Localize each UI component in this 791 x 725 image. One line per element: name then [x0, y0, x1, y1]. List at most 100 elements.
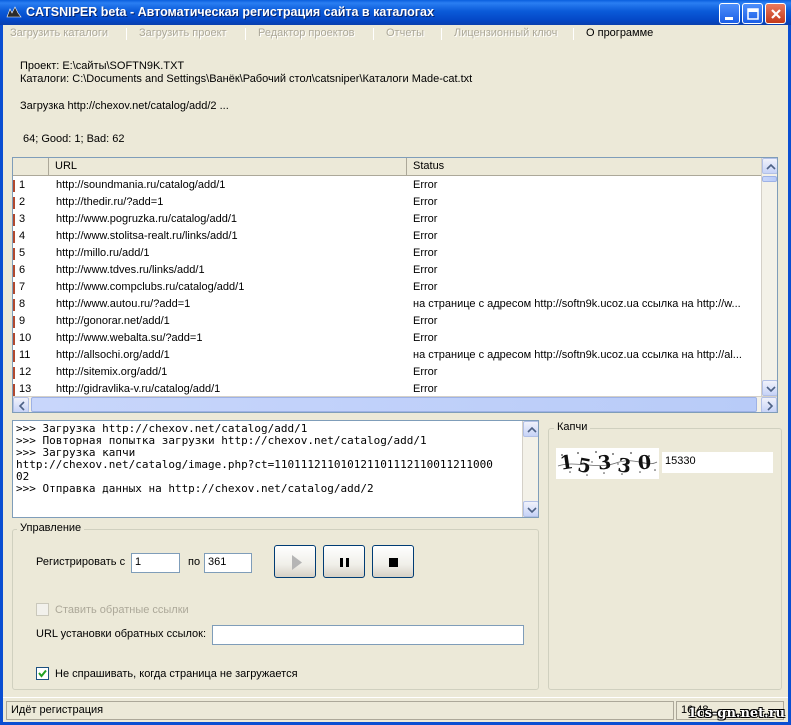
grid-horizontal-scrollbar[interactable] — [13, 396, 777, 412]
table-row[interactable]: 12 http://sitemix.org/add/1 Error — [13, 364, 763, 381]
table-row[interactable]: 1 http://soundmania.ru/catalog/add/1 Error — [13, 177, 763, 194]
row-status: Error — [413, 247, 438, 259]
backlinks-label: Ставить обратные ссылки — [55, 604, 189, 616]
loading-status: Загрузка http://chexov.net/catalog/add/2… — [20, 100, 229, 112]
table-row[interactable]: 4 http://www.stolitsa-realt.ru/links/add/… — [13, 228, 763, 245]
status-text: Идёт регистрация — [6, 701, 674, 720]
row-url: http://allsochi.org/add/1 — [56, 349, 170, 361]
row-indicator — [13, 316, 15, 328]
no-ask-label: Не спрашивать, когда страница не загружа… — [55, 668, 298, 680]
row-url: http://millo.ru/add/1 — [56, 247, 150, 259]
table-row[interactable]: 11 http://allsochi.org/add/1 на странице с… — [13, 347, 763, 364]
project-path: Проект: E:\сайты\SOFTN9K.TXT — [20, 60, 185, 72]
stop-button[interactable] — [372, 545, 414, 578]
scroll-down-button[interactable] — [523, 501, 538, 517]
scroll-thumb[interactable] — [762, 176, 777, 182]
menu-project-editor[interactable]: Редактор проектов — [258, 27, 355, 39]
table-row[interactable]: 10 http://www.webalta.su/?add=1 Error — [13, 330, 763, 347]
row-status: Error — [413, 315, 438, 327]
row-url: http://www.compclubs.ru/catalog/add/1 — [56, 281, 245, 293]
close-icon — [771, 9, 781, 19]
svg-text:3: 3 — [597, 451, 612, 474]
results-grid[interactable]: URL Status 1 http://soundmania.ru/catalog… — [12, 157, 778, 413]
table-row[interactable]: 6 http://www.tdves.ru/links/add/1 Error — [13, 262, 763, 279]
row-number: 7 — [19, 281, 26, 293]
row-status: Error — [413, 264, 438, 276]
log-textarea[interactable]: >>> Загрузка http://chexov.net/catalog/a… — [12, 420, 539, 518]
table-row[interactable]: 9 http://gonorar.net/add/1 Error — [13, 313, 763, 330]
catalogs-path: Каталоги: C:\Documents and Settings\Ванё… — [20, 73, 473, 85]
table-row[interactable]: 5 http://millo.ru/add/1 Error — [13, 245, 763, 262]
svg-text:0: 0 — [637, 452, 652, 475]
row-number: 10 — [19, 332, 32, 344]
table-row[interactable]: 3 http://www.pogruzka.ru/catalog/add/1 Err… — [13, 211, 763, 228]
start-button[interactable] — [274, 545, 316, 578]
menu-license-key[interactable]: Лицензионный ключ — [454, 27, 557, 39]
row-number: 8 — [19, 298, 26, 310]
backlinks-url-input[interactable] — [212, 625, 524, 645]
scroll-left-button[interactable] — [13, 397, 29, 412]
menu-load-catalogs[interactable]: Загрузить каталоги — [10, 27, 108, 39]
row-url: http://www.webalta.su/?add=1 — [56, 332, 203, 344]
maximize-button[interactable] — [742, 3, 763, 24]
scroll-up-button[interactable] — [762, 158, 777, 174]
row-number: 3 — [19, 213, 26, 225]
log-line: http://chexov.net/catalog/image.php?ct=1… — [16, 458, 493, 471]
table-row[interactable]: 2 http://thedir.ru/?add=1 Error — [13, 194, 763, 211]
row-indicator — [13, 248, 15, 260]
no-ask-checkbox[interactable] — [36, 667, 49, 680]
control-group-legend: Управление — [17, 522, 85, 534]
row-indicator — [13, 350, 15, 362]
scroll-up-button[interactable] — [523, 421, 538, 437]
row-number: 9 — [19, 315, 26, 327]
minimize-button[interactable] — [719, 3, 740, 24]
row-number: 6 — [19, 264, 26, 276]
menu-separator — [441, 28, 442, 40]
row-indicator — [13, 180, 15, 192]
chevron-down-icon — [766, 386, 776, 393]
captcha-group-legend: Капчи — [554, 421, 591, 433]
captcha-input[interactable]: 15330 — [662, 452, 773, 473]
row-number: 4 — [19, 230, 26, 242]
row-url: http://thedir.ru/?add=1 — [56, 196, 164, 208]
row-url: http://www.tdves.ru/links/add/1 — [56, 264, 205, 276]
row-status: Error — [413, 196, 438, 208]
row-url: http://sitemix.org/add/1 — [56, 366, 168, 378]
row-url: http://soundmania.ru/catalog/add/1 — [56, 179, 226, 191]
register-to-input[interactable]: 361 — [204, 553, 252, 573]
row-status: Error — [413, 332, 438, 344]
maximize-icon — [747, 8, 759, 20]
table-row[interactable]: 7 http://www.compclubs.ru/catalog/add/1 Er… — [13, 279, 763, 296]
grid-header-url[interactable]: URL — [49, 158, 407, 176]
menu-load-project[interactable]: Загрузить проект — [139, 27, 227, 39]
menu-separator — [245, 28, 246, 40]
register-from-input[interactable]: 1 — [131, 553, 180, 573]
table-row[interactable]: 8 http://www.autou.ru/?add=1 на странице с… — [13, 296, 763, 313]
scroll-down-button[interactable] — [762, 380, 777, 396]
row-number: 11 — [19, 349, 31, 361]
app-icon — [6, 6, 22, 18]
grid-vertical-scrollbar[interactable] — [761, 158, 777, 396]
menu-reports[interactable]: Отчеты — [386, 27, 424, 39]
menu-separator — [373, 28, 374, 40]
grid-header: URL Status — [13, 158, 763, 176]
svg-text:5: 5 — [576, 454, 593, 478]
log-scrollbar[interactable] — [522, 421, 538, 517]
scroll-thumb[interactable] — [31, 397, 757, 412]
row-status: Error — [413, 179, 438, 191]
title-bar[interactable]: CATSNIPER beta - Автоматическая регистра… — [0, 0, 791, 25]
pause-button[interactable] — [323, 545, 365, 578]
menu-about[interactable]: О программе — [586, 27, 653, 39]
row-number: 1 — [19, 179, 26, 191]
menu-separator — [126, 28, 127, 40]
close-button[interactable] — [765, 3, 786, 24]
play-icon — [292, 555, 302, 570]
scroll-right-button[interactable] — [761, 397, 777, 412]
backlinks-checkbox[interactable] — [36, 603, 49, 616]
row-number: 5 — [19, 247, 26, 259]
chevron-left-icon — [18, 401, 25, 411]
grid-header-status[interactable]: Status — [407, 158, 763, 176]
register-from-label: Регистрировать с — [36, 556, 126, 568]
stop-icon — [389, 558, 398, 567]
row-indicator — [13, 214, 15, 226]
